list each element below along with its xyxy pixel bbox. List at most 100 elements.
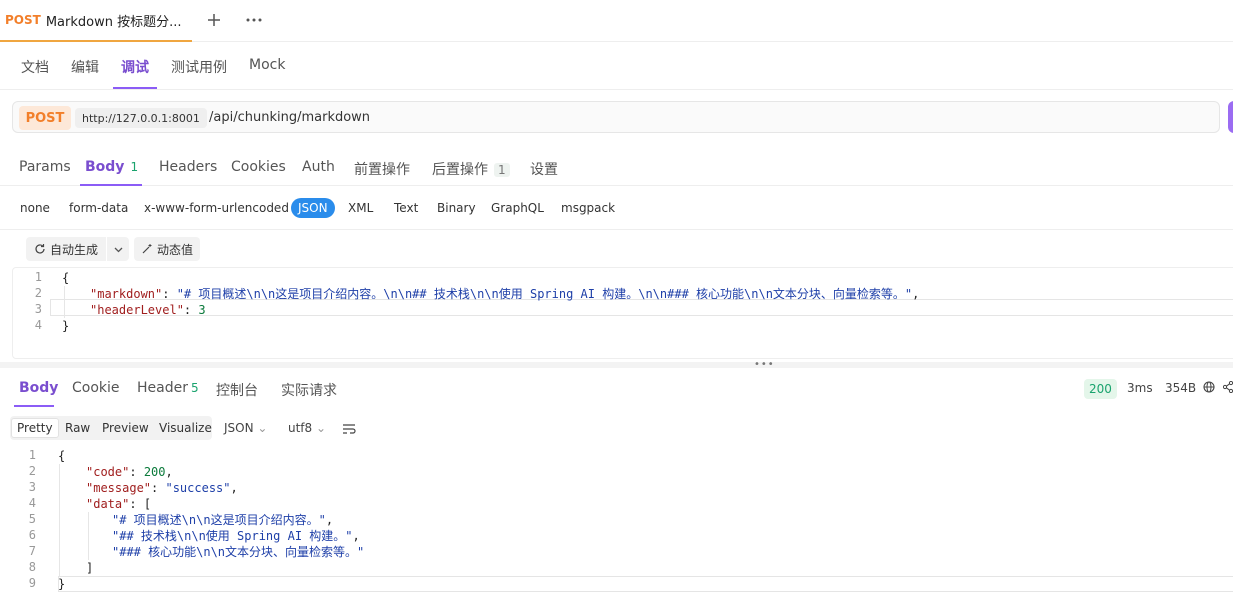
response-tab-body[interactable]: Body xyxy=(19,380,58,396)
tab-post-request[interactable]: 后置操作 1 xyxy=(432,159,510,179)
tab-pre-request[interactable]: 前置操作 xyxy=(354,159,410,179)
auto-generate-main[interactable]: 自动生成 xyxy=(26,241,106,258)
auto-generate-label: 自动生成 xyxy=(50,242,99,257)
response-tab-console[interactable]: 控制台 xyxy=(216,380,258,400)
code-line: "# 项目概述\n\n这是项目介绍内容。", xyxy=(112,513,334,527)
json-value: "## 技术栈\n\n使用 Spring AI 构建。" xyxy=(112,529,353,543)
response-tab-cookie[interactable]: Cookie xyxy=(72,380,120,396)
send-button[interactable] xyxy=(1228,101,1233,133)
tab-body-count: 1 xyxy=(130,160,139,174)
body-type-text[interactable]: Text xyxy=(394,201,418,215)
line-number: 4 xyxy=(28,496,36,510)
view-visualize[interactable]: Visualize xyxy=(159,421,212,435)
json-value: 200 xyxy=(143,465,166,479)
code-line: "code": 200, xyxy=(86,465,173,479)
tab-auth[interactable]: Auth xyxy=(302,159,335,175)
tab-settings[interactable]: 设置 xyxy=(530,159,558,179)
indent-guide xyxy=(59,464,60,576)
encoding-select-label: utf8 xyxy=(288,421,313,435)
globe-icon[interactable] xyxy=(1203,381,1215,397)
response-size: 354B xyxy=(1165,381,1197,395)
tab-edit[interactable]: 编辑 xyxy=(71,57,99,77)
brace-open: { xyxy=(62,271,70,285)
tab-test-cases[interactable]: 测试用例 xyxy=(171,57,227,77)
json-key: "data" xyxy=(86,497,130,511)
dynamic-value-button[interactable]: 动态值 xyxy=(134,237,200,261)
response-tab-actual-request[interactable]: 实际请求 xyxy=(281,380,337,400)
body-type-urlencoded[interactable]: x-www-form-urlencoded xyxy=(144,201,289,215)
tab-cookies[interactable]: Cookies xyxy=(231,159,286,175)
chevron-down-icon: ⌄ xyxy=(257,421,268,435)
response-tab-header-label: Header xyxy=(137,380,188,396)
tab-params[interactable]: Params xyxy=(19,159,71,175)
code-line: } xyxy=(62,318,69,334)
code-line: "message": "success", xyxy=(86,481,238,495)
tab-body[interactable]: Body 1 xyxy=(85,159,138,175)
request-tab-bar: POST Markdown 按标题分... xyxy=(0,0,1233,42)
tab-docs[interactable]: 文档 xyxy=(21,57,49,77)
view-pretty[interactable]: Pretty xyxy=(11,418,59,438)
share-icon[interactable] xyxy=(1222,380,1233,397)
body-type-binary[interactable]: Binary xyxy=(437,201,476,215)
view-mode-switch: Pretty Raw Preview Visualize xyxy=(10,416,212,440)
param-tab-bar: Params Body 1 Headers Cookies Auth 前置操作 后… xyxy=(0,148,1233,186)
body-type-graphql[interactable]: GraphQL xyxy=(491,201,544,215)
line-number: 5 xyxy=(28,512,36,526)
drag-handle-icon[interactable]: ••• xyxy=(754,359,775,370)
tab-body-label: Body xyxy=(85,159,125,175)
json-value: "### 核心功能\n\n文本分块、向量检索等。" xyxy=(112,545,365,559)
code-line: { xyxy=(58,448,65,464)
body-type-xml[interactable]: XML xyxy=(348,201,373,215)
response-tab-cookie-label: Cookie xyxy=(72,380,120,396)
tab-headers[interactable]: Headers xyxy=(159,159,217,175)
base-url[interactable]: http://127.0.0.1:8001 xyxy=(75,108,207,128)
active-tab-indicator xyxy=(113,87,157,89)
body-type-msgpack[interactable]: msgpack xyxy=(561,201,615,215)
url-path-input[interactable]: /api/chunking/markdown xyxy=(209,110,370,125)
json-key: "message" xyxy=(86,481,152,495)
tab-post-request-count: 1 xyxy=(494,163,510,177)
tab-mock[interactable]: Mock xyxy=(249,57,285,73)
tab-auth-label: Auth xyxy=(302,159,335,175)
code-line: "### 核心功能\n\n文本分块、向量检索等。" xyxy=(112,544,364,560)
line-number: 8 xyxy=(28,560,36,574)
active-param-tab-indicator xyxy=(80,184,142,186)
response-tab-header-count: 5 xyxy=(190,381,199,395)
brace-close: } xyxy=(62,319,70,333)
brace-open: { xyxy=(58,449,66,463)
panel-splitter[interactable] xyxy=(0,362,1233,368)
line-number: 3 xyxy=(34,302,42,316)
view-preview[interactable]: Preview xyxy=(102,421,149,435)
code-line: "data": [ xyxy=(86,497,152,511)
wrap-lines-icon[interactable] xyxy=(342,423,356,439)
body-type-none[interactable]: none xyxy=(20,201,50,215)
brace-close: } xyxy=(58,577,66,591)
json-value: "# 项目概述\n\n这是项目介绍内容。" xyxy=(112,513,326,527)
request-tab[interactable]: POST Markdown 按标题分... xyxy=(0,0,192,42)
line-number: 7 xyxy=(28,544,36,558)
body-type-json[interactable]: JSON xyxy=(291,198,335,218)
json-key: "markdown" xyxy=(90,287,163,301)
code-line: "markdown": "# 项目概述\n\n这是项目介绍内容。\n\n## 技… xyxy=(90,287,920,301)
plus-icon[interactable] xyxy=(202,8,226,32)
more-icon[interactable] xyxy=(242,8,266,32)
view-raw[interactable]: Raw xyxy=(65,421,90,435)
refresh-icon xyxy=(35,244,45,254)
tab-debug[interactable]: 调试 xyxy=(121,57,149,77)
method-select[interactable]: POST xyxy=(19,106,71,130)
json-value: 3 xyxy=(198,303,206,317)
chevron-down-icon: ⌄ xyxy=(316,421,327,435)
code-line: "## 技术栈\n\n使用 Spring AI 构建。", xyxy=(112,529,360,543)
body-type-form-data[interactable]: form-data xyxy=(69,201,128,215)
response-tab-header[interactable]: Header 5 xyxy=(137,380,199,396)
auto-generate-button[interactable]: 自动生成 xyxy=(26,237,129,261)
response-time: 3ms xyxy=(1127,381,1153,395)
response-tab-actual-request-label: 实际请求 xyxy=(281,383,337,399)
code-line: { xyxy=(62,270,69,286)
format-select[interactable]: JSON ⌄ xyxy=(224,421,267,435)
line-number: 3 xyxy=(28,480,36,494)
encoding-select[interactable]: utf8 ⌄ xyxy=(288,421,326,435)
current-line-highlight xyxy=(58,576,1233,592)
chevron-down-icon[interactable] xyxy=(107,242,129,256)
bracket-close: ] xyxy=(86,561,94,575)
